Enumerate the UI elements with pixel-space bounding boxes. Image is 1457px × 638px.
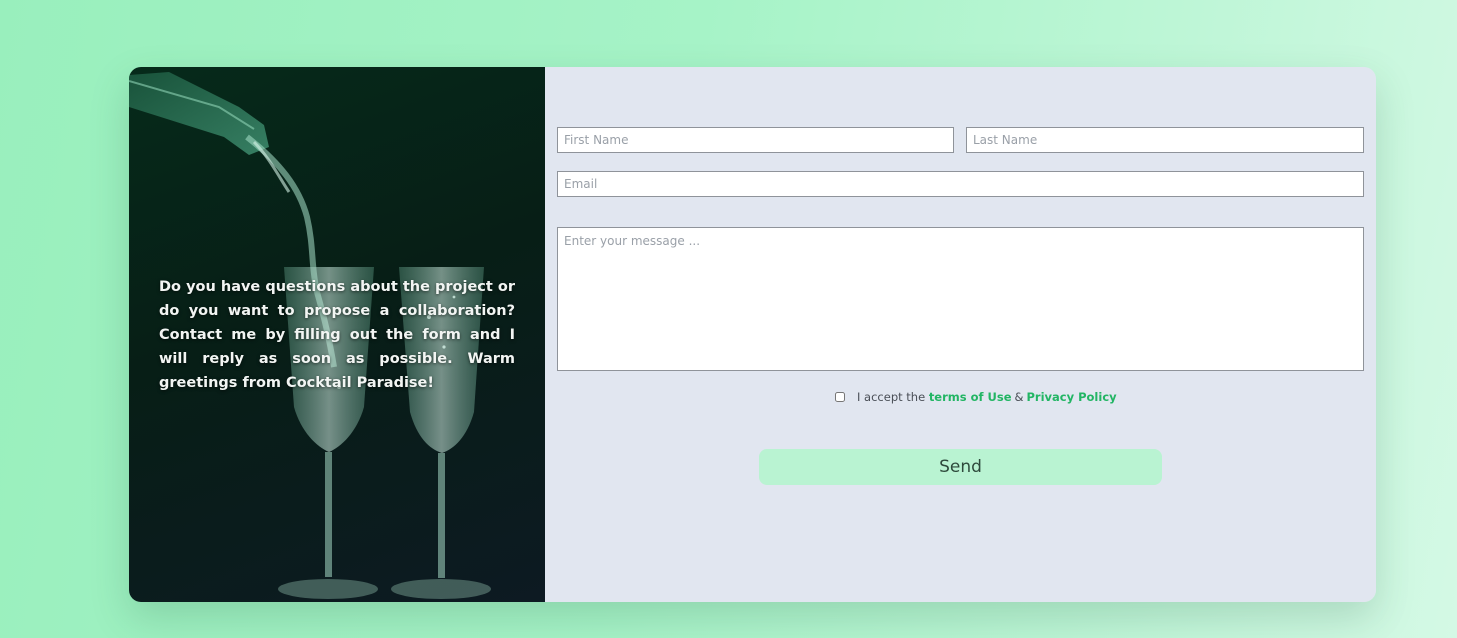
contact-form: I accept the terms of Use&Privacy Policy… — [545, 67, 1376, 602]
intro-text: Do you have questions about the project … — [159, 279, 515, 391]
terms-of-use-link[interactable]: terms of Use — [929, 390, 1012, 404]
consent-prefix: I accept the — [857, 390, 926, 404]
email-input[interactable] — [557, 171, 1364, 197]
first-name-input[interactable] — [557, 127, 954, 153]
consent-separator: & — [1014, 390, 1024, 404]
intro-panel: Do you have questions about the project … — [129, 67, 545, 602]
accept-terms-checkbox[interactable] — [835, 392, 845, 402]
last-name-input[interactable] — [966, 127, 1364, 153]
consent-row: I accept the terms of Use & Privacy Policy — [835, 390, 1117, 404]
message-textarea[interactable] — [557, 227, 1364, 371]
send-button[interactable]: Send — [759, 449, 1162, 485]
privacy-policy-link[interactable]: Privacy Policy — [1026, 390, 1116, 404]
contact-card: Do you have questions about the project … — [129, 67, 1376, 602]
